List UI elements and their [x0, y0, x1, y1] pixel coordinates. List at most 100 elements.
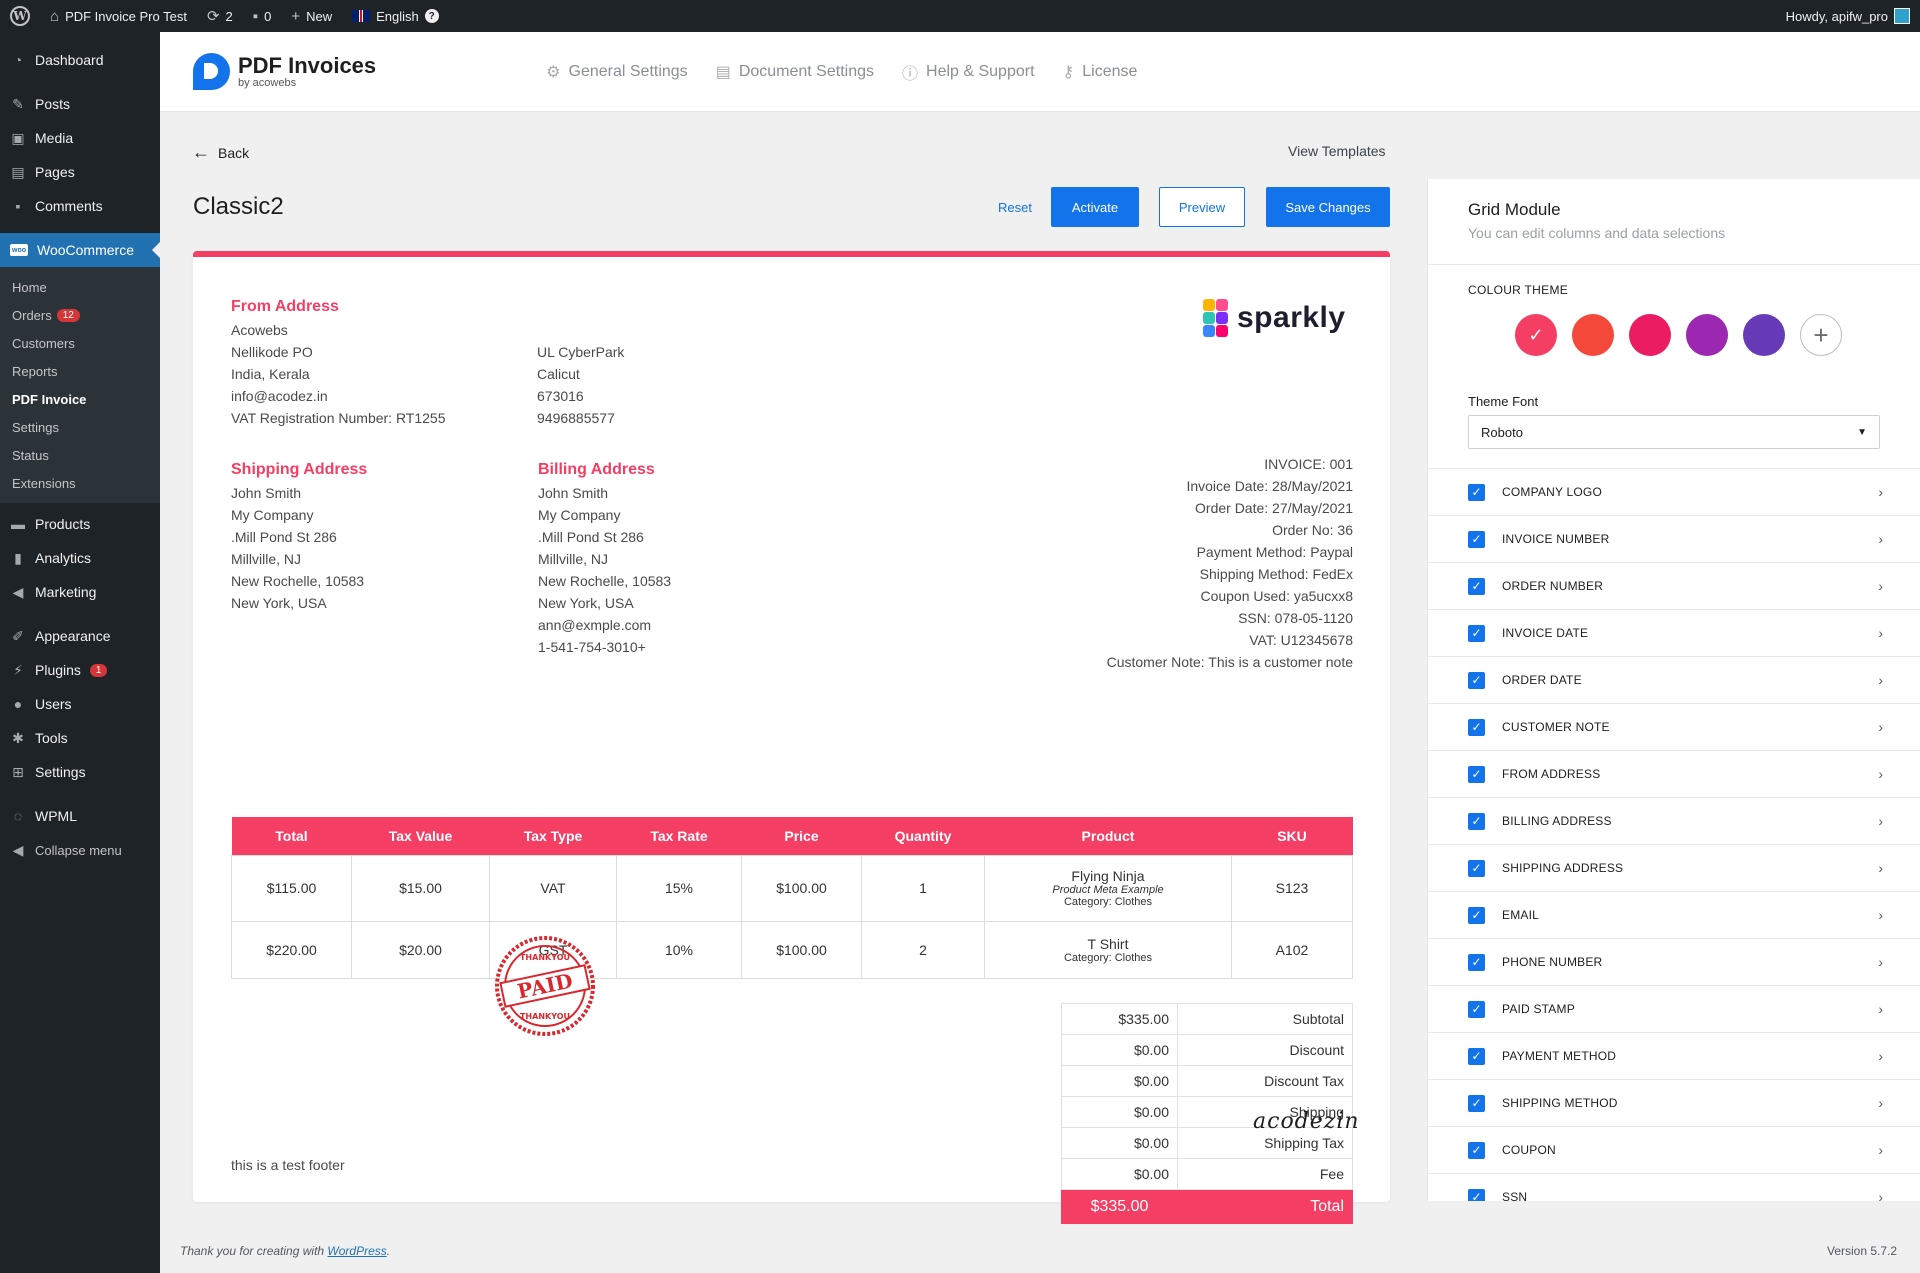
option-row-ssn[interactable]: ✓ SSN › [1428, 1173, 1920, 1201]
preview-button[interactable]: Preview [1159, 187, 1245, 227]
theme-font-select[interactable]: Roboto ▼ [1468, 415, 1880, 449]
site-name-link[interactable]: ⌂ PDF Invoice Pro Test [40, 0, 197, 32]
option-row-order-number[interactable]: ✓ ORDER NUMBER › [1428, 562, 1920, 609]
option-row-order-date[interactable]: ✓ ORDER DATE › [1428, 656, 1920, 703]
admin-bar: W ⌂ PDF Invoice Pro Test ⟳ 2 ▪ 0 + New Engli… [0, 0, 1920, 32]
checkbox-checked[interactable]: ✓ [1468, 483, 1485, 501]
plugin-icon: ⚡ [13, 661, 23, 678]
table-row: $220.00 $20.00 GST 10% $100.00 2 T Shirt… [231, 920, 1353, 979]
orders-count-badge: 12 [56, 308, 80, 322]
menu-marketing[interactable]: ◀ Marketing [0, 575, 160, 609]
new-content-link[interactable]: + New [281, 0, 342, 32]
nav-document-settings[interactable]: ▤ Document Settings [716, 60, 874, 84]
checkbox-checked[interactable]: ✓ [1468, 1188, 1485, 1201]
option-row-payment-method[interactable]: ✓ PAYMENT METHOD › [1428, 1032, 1920, 1079]
checkbox-checked[interactable]: ✓ [1468, 859, 1485, 877]
view-templates-link[interactable]: View Templates [1288, 143, 1386, 159]
menu-pages[interactable]: ▤ Pages [0, 155, 160, 189]
option-row-paid-stamp[interactable]: ✓ PAID STAMP › [1428, 985, 1920, 1032]
menu-plugins[interactable]: ⚡ Plugins 1 [0, 653, 160, 687]
reset-button[interactable]: Reset [990, 187, 1040, 227]
checkbox-checked[interactable]: ✓ [1468, 1047, 1485, 1065]
option-row-customer-note[interactable]: ✓ CUSTOMER NOTE › [1428, 703, 1920, 750]
menu-tools[interactable]: ✱ Tools [0, 721, 160, 755]
nav-license[interactable]: ⚷ License [1063, 60, 1138, 84]
option-row-billing-address[interactable]: ✓ BILLING ADDRESS › [1428, 797, 1920, 844]
checkbox-checked[interactable]: ✓ [1468, 671, 1485, 689]
menu-posts[interactable]: ✎ Posts [0, 87, 160, 121]
submenu-pdf-invoice[interactable]: PDF Invoice [0, 385, 160, 413]
header-tax-rate: Tax Rate [616, 817, 742, 855]
panel-title: Grid Module [1468, 200, 1561, 219]
comments-link[interactable]: ▪ 0 [243, 0, 282, 32]
checkbox-checked[interactable]: ✓ [1468, 530, 1485, 548]
nav-help-support[interactable]: ⓘ Help & Support [902, 60, 1035, 84]
submenu-orders[interactable]: Orders 12 [0, 301, 160, 329]
menu-products[interactable]: ▬ Products [0, 507, 160, 541]
checkbox-checked[interactable]: ✓ [1468, 765, 1485, 783]
submenu-home[interactable]: Home [0, 273, 160, 301]
wp-logo-menu[interactable]: W [0, 0, 40, 32]
checkbox-checked[interactable]: ✓ [1468, 812, 1485, 830]
user-icon: ● [13, 696, 23, 712]
menu-woocommerce[interactable]: woo WooCommerce [0, 233, 160, 267]
updates-link[interactable]: ⟳ 2 [197, 0, 243, 32]
checkbox-checked[interactable]: ✓ [1468, 577, 1485, 595]
menu-analytics[interactable]: ▮ Analytics [0, 541, 160, 575]
colour-swatch[interactable] [1572, 314, 1614, 356]
menu-settings[interactable]: ⊞ Settings [0, 755, 160, 789]
wordpress-link[interactable]: WordPress [327, 1244, 386, 1258]
checkbox-checked[interactable]: ✓ [1468, 1000, 1485, 1018]
option-row-invoice-number[interactable]: ✓ INVOICE NUMBER › [1428, 515, 1920, 562]
back-link[interactable]: ← Back [192, 142, 249, 163]
invoice-items-table: Total Tax Value Tax Type Tax Rate Price … [231, 817, 1353, 979]
grand-total-row: $335.00 Total [1061, 1189, 1353, 1224]
menu-appearance[interactable]: ✐ Appearance [0, 619, 160, 653]
document-icon: ▤ [715, 63, 731, 81]
option-row-company-logo[interactable]: ✓ COMPANY LOGO › [1428, 468, 1920, 515]
save-changes-button[interactable]: Save Changes [1266, 187, 1390, 227]
my-account-link[interactable]: Howdy, apifw_pro [1776, 0, 1920, 32]
option-row-from-address[interactable]: ✓ FROM ADDRESS › [1428, 750, 1920, 797]
plugins-count-badge: 1 [89, 663, 108, 677]
submenu-settings[interactable]: Settings [0, 413, 160, 441]
chevron-right-icon: › [1878, 860, 1883, 876]
submenu-customers[interactable]: Customers [0, 329, 160, 357]
submenu-extensions[interactable]: Extensions [0, 469, 160, 497]
avatar [1894, 8, 1910, 24]
brand[interactable]: PDF Invoices by acowebs [193, 53, 376, 90]
checkbox-checked[interactable]: ✓ [1468, 718, 1485, 736]
brush-icon: ✐ [12, 627, 24, 644]
checkbox-checked[interactable]: ✓ [1468, 1094, 1485, 1112]
language-switcher[interactable]: English? [342, 0, 449, 32]
help-circle-icon: ⓘ [902, 65, 919, 83]
menu-comments[interactable]: ▪ Comments [0, 189, 160, 223]
collapse-menu-button[interactable]: ◀ Collapse menu [0, 833, 160, 867]
option-row-invoice-date[interactable]: ✓ INVOICE DATE › [1428, 609, 1920, 656]
menu-dashboard[interactable]: ◔ Dashboard [0, 43, 160, 77]
option-row-phone-number[interactable]: ✓ PHONE NUMBER › [1428, 938, 1920, 985]
checkbox-checked[interactable]: ✓ [1468, 906, 1485, 924]
add-colour-button[interactable]: + [1800, 314, 1842, 356]
submenu-status[interactable]: Status [0, 441, 160, 469]
menu-media[interactable]: ▣ Media [0, 121, 160, 155]
colour-swatch[interactable] [1743, 314, 1785, 356]
option-row-shipping-address[interactable]: ✓ SHIPPING ADDRESS › [1428, 844, 1920, 891]
option-row-email[interactable]: ✓ EMAIL › [1428, 891, 1920, 938]
checkbox-checked[interactable]: ✓ [1468, 1141, 1485, 1159]
colour-swatch-selected[interactable]: ✓ [1515, 314, 1557, 356]
menu-users[interactable]: ● Users [0, 687, 160, 721]
gear-icon: ⚙ [546, 63, 561, 81]
colour-swatch[interactable] [1629, 314, 1671, 356]
option-row-shipping-method[interactable]: ✓ SHIPPING METHOD › [1428, 1079, 1920, 1126]
invoice-preview: From Address Acowebs Nellikode PO India,… [193, 251, 1390, 1224]
checkbox-checked[interactable]: ✓ [1468, 624, 1485, 642]
colour-swatch[interactable] [1686, 314, 1728, 356]
menu-wpml[interactable]: ◌ WPML [0, 799, 160, 833]
submenu-reports[interactable]: Reports [0, 357, 160, 385]
nav-general-settings[interactable]: ⚙ General Settings [546, 60, 688, 84]
from-address-heading: From Address [231, 298, 339, 315]
option-row-coupon[interactable]: ✓ COUPON › [1428, 1126, 1920, 1173]
checkbox-checked[interactable]: ✓ [1468, 953, 1485, 971]
activate-button[interactable]: Activate [1051, 187, 1139, 227]
